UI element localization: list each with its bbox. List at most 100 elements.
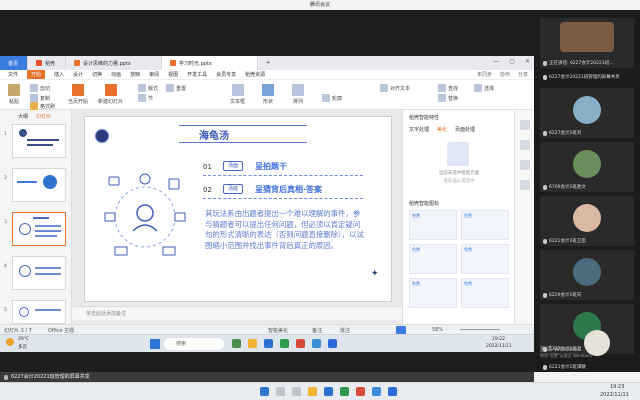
paste-button[interactable]: 粘贴 <box>8 84 20 105</box>
slide-thumbnail-5[interactable] <box>12 300 66 324</box>
title-underline <box>179 125 307 126</box>
template-thumb[interactable]: 免费 <box>409 278 457 308</box>
template-thumb[interactable]: 免费 <box>461 278 509 308</box>
menu-slideshow[interactable]: 放映 <box>130 71 140 78</box>
slide-3[interactable]: 海龟汤 01 汤面 呈拍题干 02 汤底 呈猜背后真相·答案 其玩法系由出题者提… <box>84 116 392 302</box>
task-view-icon[interactable] <box>292 387 301 396</box>
tool-icon[interactable] <box>520 180 530 190</box>
play-slideshow-button[interactable] <box>396 326 406 334</box>
wechat-icon[interactable] <box>340 387 349 396</box>
menu-animation[interactable]: 动画 <box>111 71 121 78</box>
menu-developer[interactable]: 开发工具 <box>187 71 207 78</box>
minimize-icon[interactable]: — <box>493 58 499 65</box>
slide-thumbnail-1[interactable] <box>12 124 66 158</box>
taskbar-search[interactable]: 搜索 <box>164 338 224 350</box>
notes-button[interactable]: 备注 <box>312 327 322 334</box>
menu-file[interactable]: 文件 <box>8 71 18 78</box>
share-button[interactable]: 分享 <box>518 71 528 78</box>
copy-button[interactable]: 复制 <box>30 94 50 102</box>
select-button[interactable]: 选择 <box>474 84 494 92</box>
empty-sub: 请先插入或选中 <box>443 179 475 184</box>
slide-thumbnail-2[interactable] <box>12 168 66 202</box>
smart-beautify-button[interactable]: 智能美化 <box>268 327 288 334</box>
edge-icon[interactable] <box>324 387 333 396</box>
shape-button[interactable]: 形状 <box>262 84 274 105</box>
tool-icon[interactable] <box>520 120 530 130</box>
section-button[interactable]: 节 <box>138 94 153 102</box>
participant-tile[interactable]: 6229会计2班向 <box>540 250 634 300</box>
folder-icon[interactable] <box>248 339 257 348</box>
template-thumb[interactable]: 免费 <box>461 244 509 274</box>
tab-home[interactable]: 首页 <box>0 56 28 70</box>
find-button[interactable]: 查找 <box>438 84 458 92</box>
tab-page-processing[interactable]: 页面处理 <box>455 126 475 133</box>
cut-button[interactable]: 剪切 <box>30 84 50 92</box>
tab-study-time[interactable]: 学习时光.pptx <box>162 56 258 70</box>
template-thumb[interactable]: 免费 <box>409 244 457 274</box>
slide-thumbnail-3[interactable] <box>12 212 66 246</box>
wps-icon[interactable] <box>356 387 365 396</box>
current-start-button[interactable]: 当页开始 <box>68 84 88 105</box>
folder-icon[interactable] <box>308 387 317 396</box>
menu-insert[interactable]: 插入 <box>54 71 64 78</box>
search-icon[interactable] <box>276 387 285 396</box>
reset-button[interactable]: 重置 <box>166 84 186 92</box>
notes-area[interactable]: 单击此处添加备注 <box>72 306 402 320</box>
participant-tile[interactable]: 6221会计2班卫思 <box>540 196 634 246</box>
wechat-icon[interactable] <box>280 339 289 348</box>
menu-start[interactable]: 开始 <box>27 70 46 79</box>
edge-icon[interactable] <box>264 339 273 348</box>
sync-status[interactable]: 未同步 <box>477 71 492 78</box>
wps-tab-bar: 首页 稻壳 设计思维的力量.pptx 学习时光.pptx + — ▢ ✕ <box>0 56 534 70</box>
menu-design[interactable]: 设计 <box>73 71 83 78</box>
tab-beautify[interactable]: 美化 <box>437 126 447 133</box>
windows-start-icon[interactable] <box>260 387 269 396</box>
template-thumb[interactable]: 免费 <box>461 210 509 240</box>
new-slide-button[interactable]: 新建幻灯片 <box>98 84 123 105</box>
windows-start-icon[interactable] <box>150 339 160 349</box>
slide-thumbnail-4[interactable] <box>12 256 66 290</box>
menu-daoke-resources[interactable]: 稻壳资源 <box>245 71 265 78</box>
text-box-icon <box>231 84 244 96</box>
meeting-icon[interactable] <box>372 387 381 396</box>
app-icon[interactable] <box>232 339 241 348</box>
participant-tile[interactable]: 激活 Windows 转到"设置"以激活 Windows。 6221会计2班谭敏 <box>540 330 634 370</box>
tool-icon[interactable] <box>520 160 530 170</box>
outline-button[interactable]: 轮廓 <box>322 94 342 102</box>
wps-icon[interactable] <box>296 339 305 348</box>
template-thumb[interactable]: 免费 <box>409 210 457 240</box>
close-icon[interactable]: ✕ <box>525 58 530 65</box>
tab-outline[interactable]: 大纲 <box>18 113 28 120</box>
maximize-icon[interactable]: ▢ <box>509 58 515 65</box>
arrange-button[interactable]: 排列 <box>292 84 304 105</box>
daoke-icon <box>36 60 42 66</box>
zoom-slider[interactable] <box>460 329 500 330</box>
menu-review[interactable]: 审阅 <box>149 71 159 78</box>
tab-design-thinking[interactable]: 设计思维的力量.pptx <box>66 56 162 70</box>
menu-transition[interactable]: 切换 <box>92 71 102 78</box>
tab-slides[interactable]: 幻灯片 <box>36 113 51 120</box>
participant-tile[interactable]: 正在讲话: 6227会计20221班... <box>540 18 634 68</box>
tool-icon[interactable] <box>520 140 530 150</box>
participant-tile[interactable]: 6709会计2班敖文 <box>540 142 634 192</box>
window-controls: — ▢ ✕ <box>493 58 530 65</box>
format-painter-button[interactable]: 格式刷 <box>30 102 55 110</box>
align-text-button[interactable]: 对齐文本 <box>380 84 410 92</box>
tab-text-processing[interactable]: 文字处理 <box>409 126 429 133</box>
app-icon[interactable] <box>388 387 397 396</box>
participant-tile[interactable]: 6227会计2班刘 <box>540 88 634 138</box>
meeting-icon[interactable] <box>312 339 321 348</box>
layout-button[interactable]: 版式 <box>138 84 158 92</box>
new-tab-button[interactable]: + <box>258 56 278 70</box>
app-icon[interactable] <box>328 339 337 348</box>
participant-tile[interactable]: 6227会计20221班管理的屏幕共享 <box>540 70 634 82</box>
tab-daoke[interactable]: 稻壳 <box>28 56 66 70</box>
collaborate-button[interactable]: 协作 <box>500 71 510 78</box>
menu-member[interactable]: 会员专享 <box>216 71 236 78</box>
text-box-button[interactable]: 文本框 <box>230 84 245 105</box>
comment-button[interactable]: 批注 <box>340 327 350 334</box>
activation-title: 激活 Windows <box>540 346 581 353</box>
replace-button[interactable]: 替换 <box>438 94 458 102</box>
menu-view[interactable]: 视图 <box>168 71 178 78</box>
collaboration-illustration <box>104 173 186 256</box>
